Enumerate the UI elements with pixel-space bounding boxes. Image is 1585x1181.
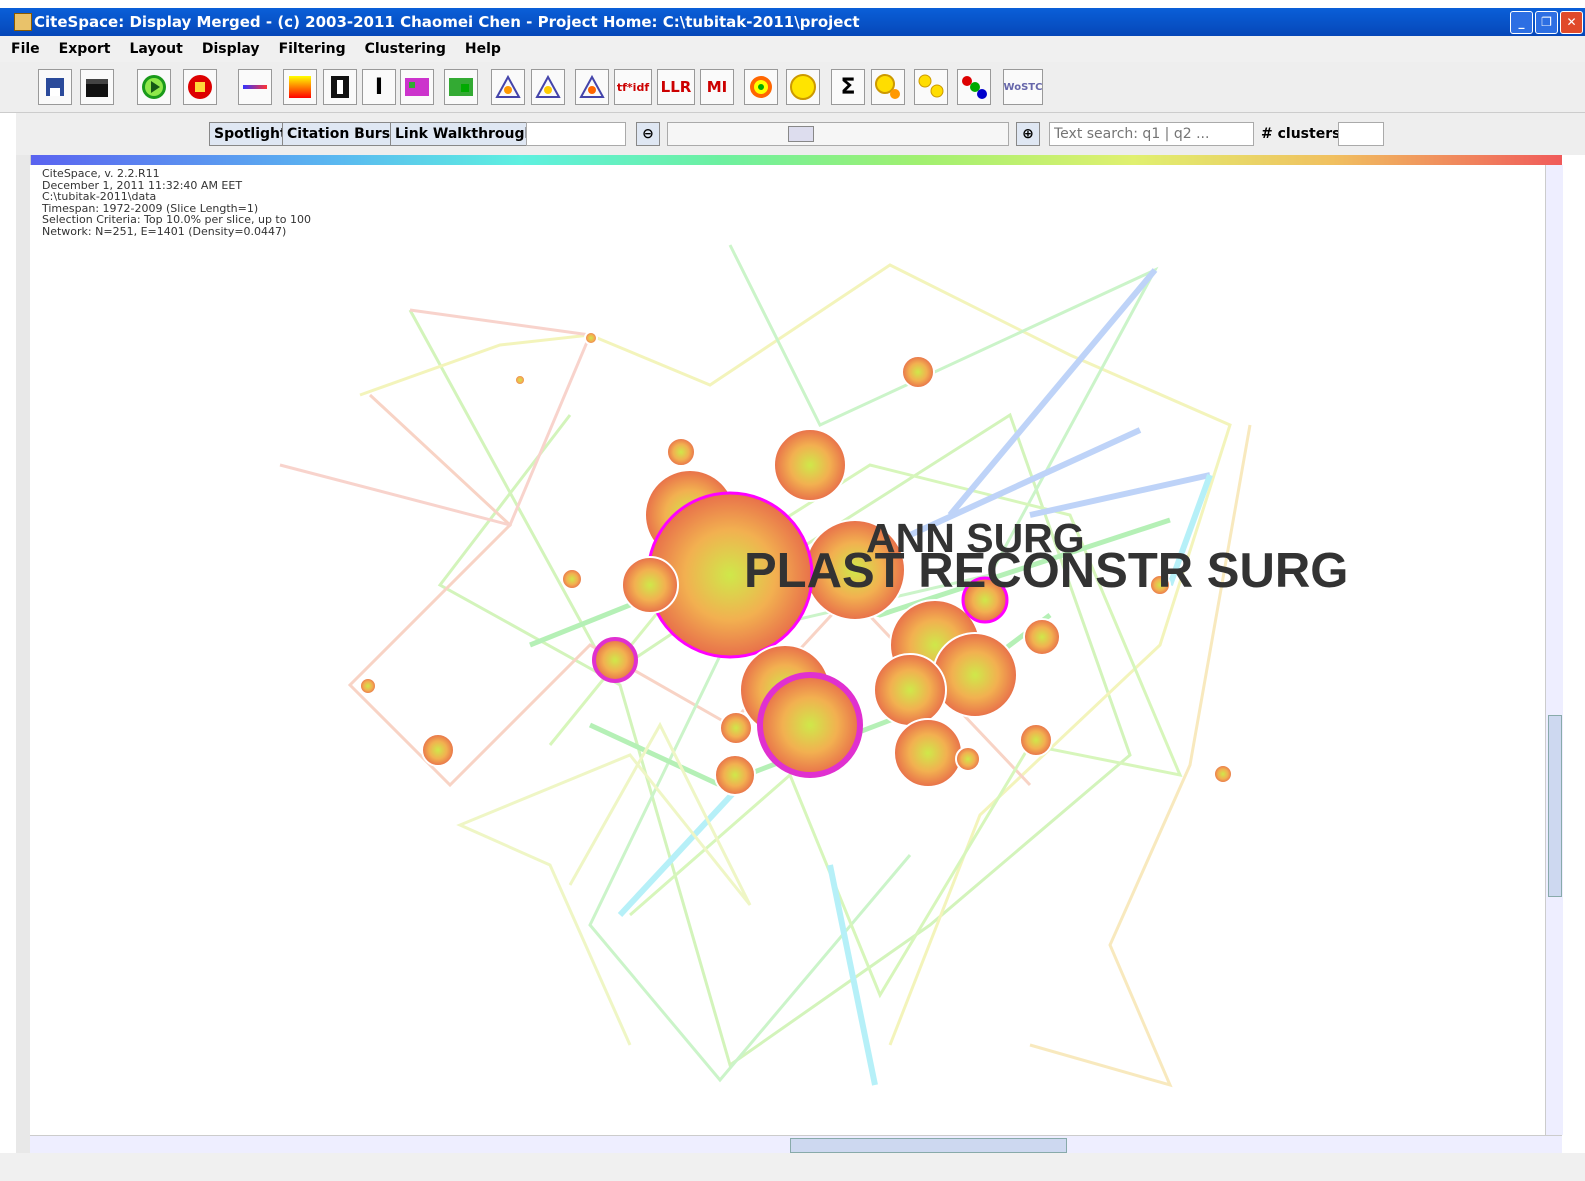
maximize-button[interactable]: ❐ [1535, 11, 1558, 34]
triangle-a-icon[interactable] [491, 69, 525, 105]
label-plast-reconstr-surg: PLAST RECONSTR SURG [744, 544, 1348, 598]
clusters-field[interactable] [1338, 122, 1384, 146]
citation-burst-button[interactable]: Citation Burst [282, 122, 402, 146]
llr-button[interactable]: LLR [657, 69, 695, 105]
horizontal-scrollbar[interactable] [30, 1135, 1562, 1154]
zoom-slider[interactable] [667, 122, 1009, 146]
horizontal-scroll-thumb[interactable] [790, 1138, 1067, 1153]
cluster-green-icon[interactable] [444, 69, 478, 105]
minimize-button[interactable]: _ [1510, 11, 1533, 34]
status-field [526, 122, 626, 146]
title-bar: CiteSpace: Display Merged - (c) 2003-201… [0, 8, 1585, 36]
timezone-icon[interactable] [323, 69, 357, 105]
text-search-input[interactable] [1049, 122, 1254, 146]
spotlight-button[interactable]: Spotlight [209, 122, 292, 146]
search-circle-icon[interactable] [871, 69, 905, 105]
stop-icon[interactable] [183, 69, 217, 105]
menu-bar: File Export Layout Display Filtering Clu… [0, 36, 1585, 62]
zoom-out-icon[interactable]: ⊖ [636, 122, 660, 146]
control-bar: Spotlight Citation Burst Link Walkthroug… [16, 113, 1585, 155]
network-graph[interactable]: ANN SURG PLAST RECONSTR SURG [30, 165, 1545, 1135]
play-icon[interactable] [137, 69, 171, 105]
window-title: CiteSpace: Display Merged - (c) 2003-201… [34, 13, 860, 31]
triangle-aa-icon[interactable] [575, 69, 609, 105]
zoom-slider-thumb[interactable] [788, 126, 814, 142]
triangle-k-icon[interactable] [531, 69, 565, 105]
path-circles-icon[interactable] [914, 69, 948, 105]
menu-display[interactable]: Display [191, 41, 268, 57]
yellow-circle-icon[interactable] [786, 69, 820, 105]
cursor-icon[interactable]: I [362, 69, 396, 105]
wos-tc-button[interactable]: WoSTC [1003, 69, 1043, 105]
vertical-scroll-thumb[interactable] [1548, 715, 1562, 897]
network-info: CiteSpace, v. 2.2.R11 December 1, 2011 11… [42, 167, 311, 238]
movie-clapper-icon[interactable] [80, 69, 114, 105]
zoom-in-icon[interactable]: ⊕ [1016, 122, 1040, 146]
rgb-dots-icon[interactable] [957, 69, 991, 105]
tfidf-button[interactable]: tf*idf [614, 69, 652, 105]
network-canvas[interactable]: CiteSpace, v. 2.2.R11 December 1, 2011 11… [30, 165, 1545, 1135]
close-button[interactable]: ✕ [1560, 11, 1583, 34]
left-splitter[interactable] [16, 155, 31, 1153]
toolbar: I tf*idf LLR MI Σ WoSTC [0, 62, 1585, 113]
menu-file[interactable]: File [0, 41, 48, 57]
bottom-splitter[interactable] [0, 1153, 1585, 1181]
menu-layout[interactable]: Layout [119, 41, 191, 57]
sigma-button[interactable]: Σ [831, 69, 865, 105]
menu-clustering[interactable]: Clustering [354, 41, 454, 57]
vertical-scrollbar[interactable] [1545, 165, 1563, 1135]
menu-export[interactable]: Export [48, 41, 119, 57]
link-walkthrough-button[interactable]: Link Walkthrough [390, 122, 540, 146]
app-icon [14, 13, 32, 31]
target-circle-icon[interactable] [744, 69, 778, 105]
clusters-label: # clusters [1261, 126, 1341, 142]
color-grid-icon[interactable] [283, 69, 317, 105]
mi-button[interactable]: MI [700, 69, 734, 105]
cluster-pink-icon[interactable] [400, 69, 434, 105]
timeline-color-bar [30, 155, 1562, 165]
line-icon[interactable] [238, 69, 272, 105]
menu-help[interactable]: Help [454, 41, 509, 57]
save-icon[interactable] [38, 69, 72, 105]
menu-filtering[interactable]: Filtering [268, 41, 354, 57]
